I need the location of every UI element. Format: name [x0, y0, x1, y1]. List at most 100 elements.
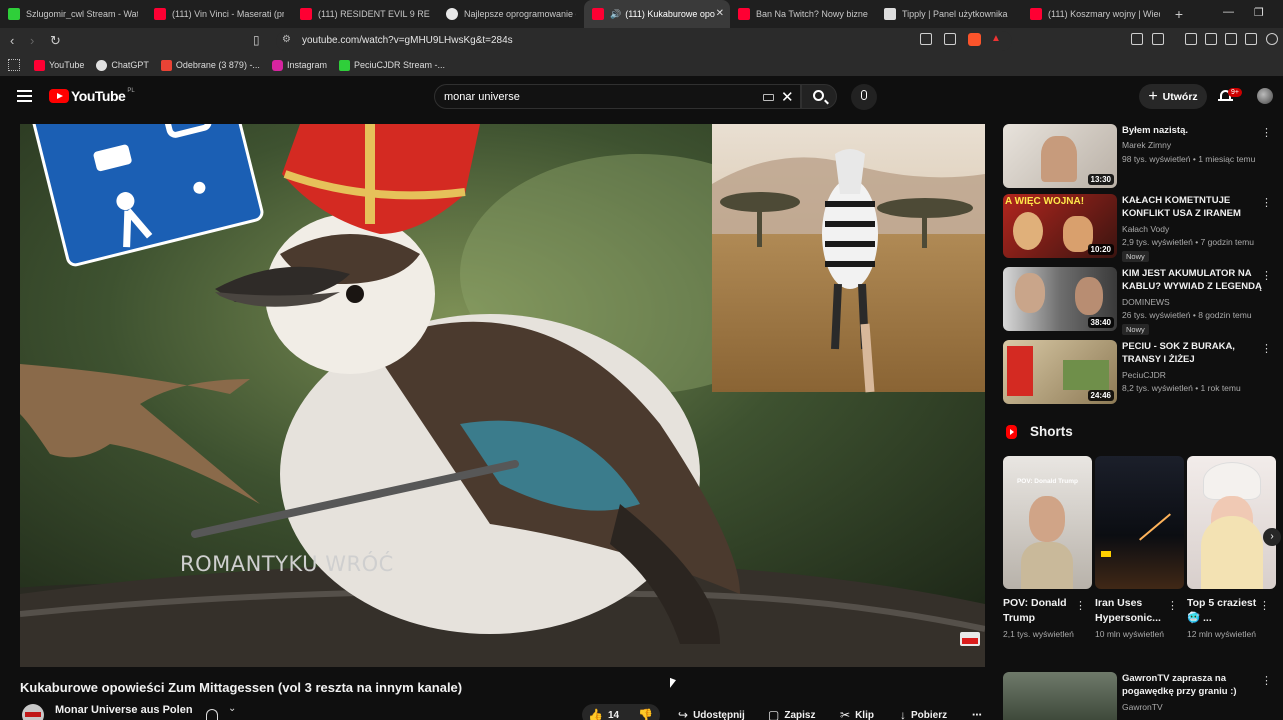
recommendation-title[interactable]: Byłem nazistą.	[1122, 124, 1264, 137]
recommendation-thumbnail[interactable]: A WIĘC WOJNA! 10:20	[1003, 194, 1117, 258]
recommendation-thumbnail[interactable]: 24:46	[1003, 340, 1117, 404]
more-options-icon[interactable]: ⋮	[1261, 196, 1272, 209]
short-thumbnail[interactable]: POV: Donald Trump	[1003, 456, 1092, 589]
save-button[interactable]: ▢ Zapisz	[768, 704, 815, 720]
dislike-button[interactable]: 👎	[638, 704, 658, 720]
recommendation-channel[interactable]: GawronTV	[1122, 702, 1163, 712]
short-title[interactable]: POV: Donald Trump	[1003, 596, 1079, 626]
browser-tab[interactable]: Najlepsze oprogramowanie do	[438, 0, 584, 28]
browser-tab[interactable]: Szlugomir_cwl Stream - Watch	[0, 0, 146, 28]
recommendation-title[interactable]: PECIU - SOK Z BURAKA, TRANSY I ŻIŻEJ	[1122, 340, 1264, 366]
forward-icon[interactable]: ›	[30, 33, 34, 48]
new-tab-button[interactable]: +	[1168, 6, 1190, 22]
site-info-icon[interactable]: ⚙	[282, 34, 291, 45]
vpn-icon[interactable]	[1266, 33, 1278, 45]
video-player[interactable]: ROMANTYKU WRÓĆ	[20, 124, 985, 667]
browser-tab[interactable]: Ban Na Twitch? Nowy biznes	[730, 0, 876, 28]
short-title[interactable]: Iran Uses Hypersonic...	[1095, 596, 1171, 626]
browser-tab[interactable]: (111) Vin Vinci - Maserati (proc	[146, 0, 292, 28]
browser-tab[interactable]: Tipply | Panel użytkownika	[876, 0, 1022, 28]
search-query[interactable]: monar universe	[444, 91, 520, 103]
wallet-icon[interactable]	[1152, 33, 1164, 45]
bookmarks-bar: YouTube ChatGPT Odebrane (3 879) -... In…	[0, 54, 1283, 76]
youtube-logo[interactable]: YouTube PL	[49, 88, 135, 104]
clear-search-icon[interactable]: ✕	[781, 88, 794, 106]
recommendation-thumbnail[interactable]: 38:40	[1003, 267, 1117, 331]
short-item[interactable]: Top 5 craziest🥶 ... 12 mln wyświetleń ⋮	[1187, 456, 1276, 640]
more-options-icon[interactable]: ⋮	[1261, 126, 1272, 139]
recommendation-channel[interactable]: DOMINEWS	[1122, 297, 1170, 307]
channel-name[interactable]: Monar Universe aus Polen	[55, 704, 193, 716]
short-title[interactable]: Top 5 craziest🥶 ...	[1187, 596, 1263, 626]
brave-shield-icon[interactable]	[968, 33, 981, 46]
bookmark-kick[interactable]: PeciuCJDR Stream -...	[338, 59, 445, 71]
url-field[interactable]: ⚙ youtube.com/watch?v=gMHU9LHwsKg&t=284s	[276, 31, 1012, 51]
short-item[interactable]: Iran Uses Hypersonic... 10 mln wyświetle…	[1095, 456, 1184, 640]
more-options-icon[interactable]: ⋮	[1259, 599, 1270, 612]
account-avatar[interactable]	[1257, 88, 1273, 104]
browser-tab-active[interactable]: 🔊 (111) Kukaburowe opo ✕	[584, 0, 730, 28]
voice-search-button[interactable]	[851, 84, 877, 110]
recommendation-item[interactable]: A WIĘC WOJNA! 10:20 KAŁACH KOMETNTUJE KO…	[1003, 194, 1278, 262]
more-options-icon[interactable]: ⋮	[1075, 599, 1086, 612]
wallet2-icon[interactable]	[1225, 33, 1237, 45]
recommendation-item[interactable]: GawronTV zaprasza na pogawędkę przy gran…	[1003, 672, 1278, 720]
url-text[interactable]: youtube.com/watch?v=gMHU9LHwsKg&t=284s	[302, 35, 513, 46]
recommendation-channel[interactable]: Kałach Vody	[1122, 224, 1169, 234]
bookmark-gmail[interactable]: Odebrane (3 879) -...	[160, 59, 260, 71]
bookmark-youtube[interactable]: YouTube	[34, 59, 84, 71]
clip-button[interactable]: ✂ Klip	[840, 704, 874, 720]
apps-grid-icon[interactable]	[8, 59, 20, 71]
search-button[interactable]	[801, 84, 837, 109]
more-options-icon[interactable]: ⋮	[1261, 342, 1272, 355]
rewards-icon[interactable]: ▲	[991, 33, 1001, 44]
leo-icon[interactable]	[1245, 33, 1257, 45]
recommendation-thumbnail[interactable]: 13:30	[1003, 124, 1117, 188]
short-thumbnail[interactable]	[1095, 456, 1184, 589]
more-options-icon[interactable]: ⋮	[1167, 599, 1178, 612]
recommendation-item[interactable]: 24:46 PECIU - SOK Z BURAKA, TRANSY I ŻIŻ…	[1003, 340, 1278, 406]
like-button[interactable]: 👍 14	[588, 704, 619, 720]
share-button[interactable]: ↪ Udostępnij	[678, 704, 745, 720]
browser-tab[interactable]: (111) Koszmary wojny | Wiedź	[1022, 0, 1168, 28]
maximize-icon[interactable]: ❐	[1254, 6, 1264, 19]
media-icon[interactable]	[1185, 33, 1197, 45]
tab-close-icon[interactable]: ✕	[716, 8, 724, 19]
menu-icon[interactable]	[17, 90, 32, 102]
subscription-bell-icon[interactable]	[206, 709, 218, 720]
minimize-icon[interactable]: —	[1223, 6, 1234, 18]
reload-icon[interactable]: ↻	[50, 33, 61, 49]
microphone-icon	[861, 90, 867, 100]
sidebar-icon[interactable]	[1205, 33, 1217, 45]
chevron-down-icon[interactable]: ⌄	[228, 703, 236, 714]
cast-icon[interactable]	[920, 33, 932, 45]
recommendation-channel[interactable]: Marek Zimny	[1122, 140, 1171, 150]
more-options-icon[interactable]: ⋮	[1261, 674, 1272, 687]
create-button[interactable]: + Utwórz	[1139, 84, 1207, 109]
speaker-icon[interactable]: 🔊	[610, 9, 621, 20]
bookmark-instagram[interactable]: Instagram	[271, 59, 327, 71]
more-options-icon[interactable]: ⋮	[1261, 269, 1272, 282]
recommendation-thumbnail[interactable]	[1003, 672, 1117, 720]
browser-tab[interactable]: (111) RESIDENT EVIL 9 REQUIE	[292, 0, 438, 28]
channel-avatar[interactable]	[22, 704, 44, 720]
short-thumbnail[interactable]	[1187, 456, 1276, 589]
share-page-icon[interactable]	[944, 33, 956, 45]
recommendation-item[interactable]: 13:30 Byłem nazistą. Marek Zimny 98 tys.…	[1003, 124, 1278, 190]
bookmark-chatgpt[interactable]: ChatGPT	[96, 59, 149, 71]
recommendation-title[interactable]: KIM JEST AKUMULATOR NA KABLU? WYWIAD Z L…	[1122, 267, 1264, 295]
search-input[interactable]: monar universe ✕	[434, 84, 801, 109]
recommendation-item[interactable]: 38:40 KIM JEST AKUMULATOR NA KABLU? WYWI…	[1003, 267, 1278, 335]
more-actions-button[interactable]: ⋯	[972, 704, 982, 720]
shorts-next-arrow-icon[interactable]: ›	[1263, 528, 1281, 546]
short-item[interactable]: POV: Donald Trump POV: Donald Trump 2,1 …	[1003, 456, 1092, 640]
channel-watermark-icon[interactable]	[960, 632, 980, 646]
recommendation-title[interactable]: GawronTV zaprasza na pogawędkę przy gran…	[1122, 672, 1264, 698]
back-icon[interactable]: ‹	[10, 33, 14, 48]
extensions-icon[interactable]	[1131, 33, 1143, 45]
keyboard-icon[interactable]	[763, 94, 774, 101]
recommendation-title[interactable]: KAŁACH KOMETNTUJE KONFLIKT USA Z IRANEM	[1122, 194, 1264, 220]
bookmark-icon[interactable]: ▯	[253, 33, 260, 47]
download-button[interactable]: ↓ Pobierz	[900, 704, 947, 720]
recommendation-channel[interactable]: PeciuCJDR	[1122, 370, 1166, 380]
